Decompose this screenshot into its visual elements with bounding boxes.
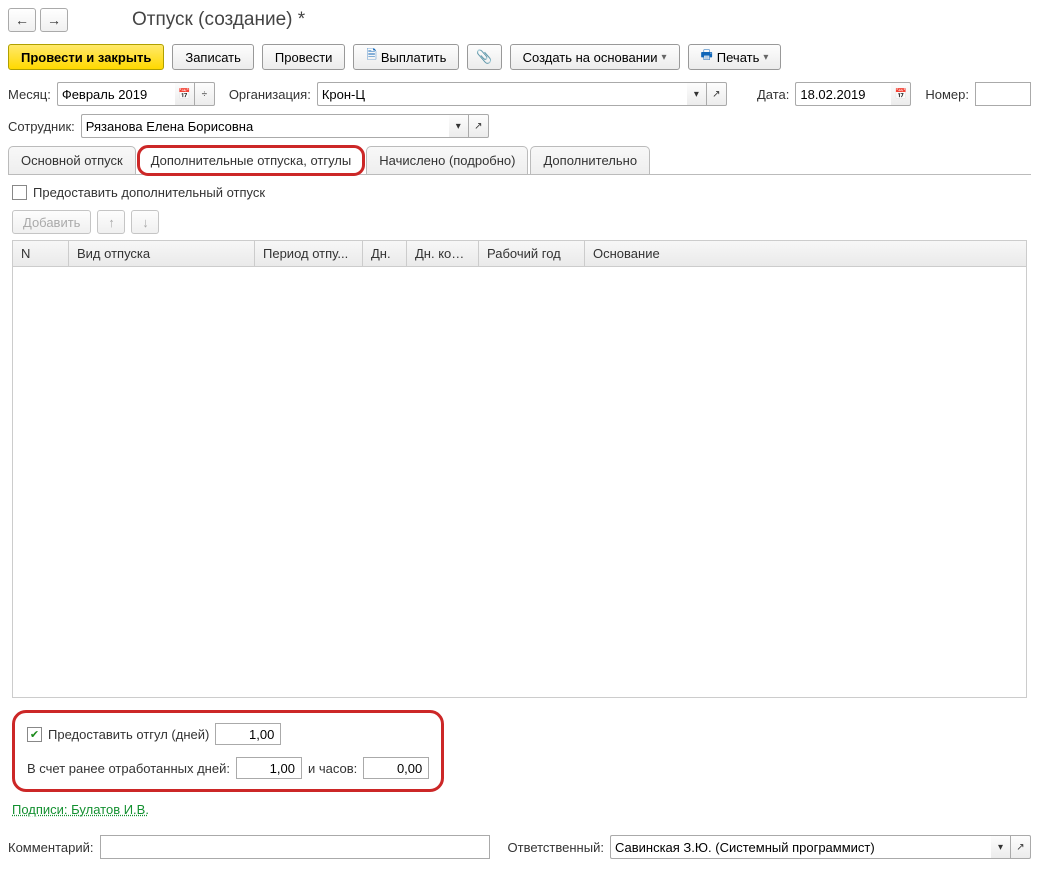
org-dropdown-icon[interactable]: ▾: [687, 82, 707, 106]
responsible-label: Ответственный:: [508, 840, 604, 855]
provide-additional-label: Предоставить дополнительный отпуск: [33, 185, 265, 200]
vacation-table: N Вид отпуска Период отпу... Дн. Дн. ком…: [12, 240, 1027, 698]
comment-input[interactable]: [100, 835, 490, 859]
provide-timeoff-label: Предоставить отгул (дней): [48, 727, 209, 742]
post-and-close-button[interactable]: Провести и закрыть: [8, 44, 164, 70]
table-body[interactable]: [13, 267, 1026, 697]
timeoff-days-input[interactable]: [215, 723, 281, 745]
time-off-highlight-box: ✔ Предоставить отгул (дней) В счет ранее…: [12, 710, 444, 792]
col-comp-days[interactable]: Дн. комп.: [407, 241, 479, 266]
paperclip-icon: 📎: [476, 49, 492, 65]
print-label: Печать: [717, 50, 760, 65]
hours-input[interactable]: [363, 757, 429, 779]
month-input[interactable]: [57, 82, 175, 106]
date-input[interactable]: [795, 82, 891, 106]
tab-main-vacation[interactable]: Основной отпуск: [8, 146, 136, 174]
number-label: Номер:: [925, 87, 969, 102]
org-label: Организация:: [229, 87, 311, 102]
payout-button[interactable]: 🗎 Выплатить: [353, 44, 459, 70]
month-label: Месяц:: [8, 87, 51, 102]
tab-accrued[interactable]: Начислено (подробно): [366, 146, 528, 174]
col-period[interactable]: Период отпу...: [255, 241, 363, 266]
tab-additional-vacation[interactable]: Дополнительные отпуска, отгулы: [138, 146, 365, 175]
tab-bar: Основной отпуск Дополнительные отпуска, …: [8, 146, 1031, 175]
nav-forward-button[interactable]: →: [40, 8, 68, 32]
col-work-year[interactable]: Рабочий год: [479, 241, 585, 266]
tab-extra[interactable]: Дополнительно: [530, 146, 650, 174]
payout-label: Выплатить: [381, 50, 447, 65]
nav-back-button[interactable]: ←: [8, 8, 36, 32]
col-type[interactable]: Вид отпуска: [69, 241, 255, 266]
col-n[interactable]: N: [13, 241, 69, 266]
attach-button[interactable]: 📎: [467, 44, 501, 70]
move-down-button[interactable]: ↓: [131, 210, 159, 234]
col-days[interactable]: Дн.: [363, 241, 407, 266]
provide-timeoff-checkbox[interactable]: ✔: [27, 727, 42, 742]
employee-label: Сотрудник:: [8, 119, 75, 134]
date-calendar-icon[interactable]: 📅: [891, 82, 911, 106]
responsible-input[interactable]: [610, 835, 991, 859]
add-row-button[interactable]: Добавить: [12, 210, 91, 234]
employee-input[interactable]: [81, 114, 449, 138]
write-button[interactable]: Записать: [172, 44, 254, 70]
print-button[interactable]: 🖶 Печать: [688, 44, 782, 70]
calendar-icon[interactable]: 📅: [175, 82, 195, 106]
document-icon: 🗎: [366, 46, 376, 68]
employee-dropdown-icon[interactable]: ▾: [449, 114, 469, 138]
month-stepper[interactable]: ÷: [195, 82, 215, 106]
move-up-button[interactable]: ↑: [97, 210, 125, 234]
col-basis[interactable]: Основание: [585, 241, 1026, 266]
prev-days-label: В счет ранее отработанных дней:: [27, 761, 230, 776]
responsible-open-icon[interactable]: ↗: [1011, 835, 1031, 859]
comment-label: Комментарий:: [8, 840, 94, 855]
org-input[interactable]: [317, 82, 687, 106]
number-input[interactable]: [975, 82, 1031, 106]
signatures-link[interactable]: Подписи: Булатов И.В.: [12, 802, 149, 817]
org-open-icon[interactable]: ↗: [707, 82, 727, 106]
page-title: Отпуск (создание) *: [132, 9, 305, 31]
hours-label: и часов:: [308, 761, 357, 776]
create-based-button[interactable]: Создать на основании: [510, 44, 680, 70]
provide-additional-checkbox[interactable]: [12, 185, 27, 200]
arrow-down-icon: ↓: [142, 215, 149, 230]
responsible-dropdown-icon[interactable]: ▾: [991, 835, 1011, 859]
post-button[interactable]: Провести: [262, 44, 346, 70]
employee-open-icon[interactable]: ↗: [469, 114, 489, 138]
prev-days-input[interactable]: [236, 757, 302, 779]
date-label: Дата:: [757, 87, 789, 102]
printer-icon: 🖶: [701, 46, 713, 68]
arrow-up-icon: ↑: [108, 215, 115, 230]
